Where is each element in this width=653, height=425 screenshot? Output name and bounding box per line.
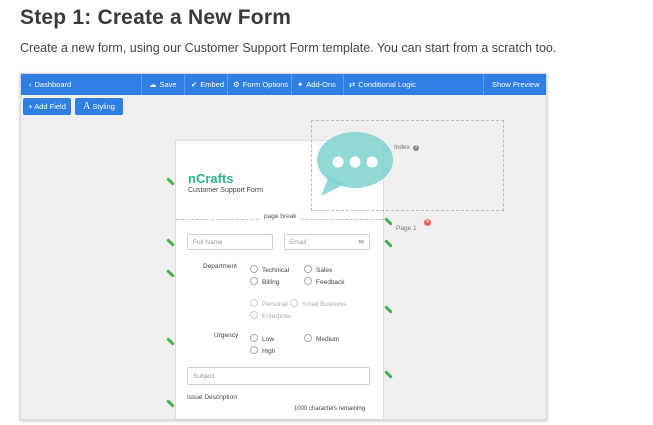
pencil-icon[interactable] [384, 239, 393, 248]
check-circle-icon: ✔ [191, 80, 198, 89]
show-preview-button[interactable]: Show Preview [492, 74, 540, 95]
subject-input[interactable]: Subject [187, 367, 370, 385]
addons-button[interactable]: ✦ Add-Ons [297, 74, 336, 95]
toolbar-divider [184, 74, 185, 95]
full-name-placeholder: Full Name [193, 239, 223, 246]
editor-toolbar: ‹ Dashboard ☁ Save ✔ Embed ⚙ Form Options ✦ A… [21, 74, 546, 95]
toolbar-divider [291, 74, 292, 95]
save-button[interactable]: ☁ Save [149, 74, 177, 95]
conditional-logic-label: Conditional Logic [358, 80, 416, 89]
toolbar-divider [227, 74, 228, 95]
form-options-button[interactable]: ⚙ Form Options [233, 74, 288, 95]
dashboard-label: Dashboard [34, 80, 72, 89]
embed-label: Embed [200, 80, 225, 89]
envelope-icon: ✉ [358, 239, 364, 246]
styling-button[interactable]: A Styling [75, 98, 123, 115]
urgency-option[interactable]: Low [250, 334, 274, 344]
toolbar-divider [483, 74, 484, 95]
char-counter: 1000 characters remaining [294, 406, 366, 412]
urgency-option[interactable]: High [250, 346, 275, 356]
pencil-icon[interactable] [166, 238, 175, 247]
full-name-input[interactable]: Full Name [187, 234, 273, 250]
department-option[interactable]: Billing [250, 277, 279, 287]
form-subtitle: Customer Support Form [188, 187, 264, 194]
department-option[interactable]: Technical [250, 265, 289, 275]
add-field-label: Add Field [34, 102, 66, 111]
pencil-icon[interactable] [166, 399, 175, 408]
font-a-icon: A [83, 101, 91, 112]
pencil-icon[interactable] [384, 370, 393, 379]
department-option[interactable]: Sales [304, 265, 332, 275]
pencil-icon[interactable] [166, 269, 175, 278]
intro-text: Create a new form, using our Customer Su… [20, 41, 557, 55]
extra-option[interactable]: Enterprise [250, 311, 292, 321]
form-editor-screenshot: ‹ Dashboard ☁ Save ✔ Embed ⚙ Form Options ✦ A… [20, 73, 547, 420]
chevron-left-icon: ‹ [29, 80, 32, 89]
add-field-button[interactable]: + Add Field [23, 98, 71, 115]
cloud-save-icon: ☁ [149, 80, 157, 89]
toolbar-divider [343, 74, 344, 95]
pencil-icon[interactable] [166, 337, 175, 346]
extra-option[interactable]: Small Business [290, 299, 346, 309]
gear-icon: ⚙ [233, 80, 240, 89]
save-label: Save [159, 80, 177, 89]
issue-description-label: Issue Description [187, 394, 237, 401]
conditional-logic-button[interactable]: ⇄ Conditional Logic [349, 74, 416, 95]
email-input[interactable]: Email ✉ [284, 234, 370, 250]
urgency-label: Urgency [214, 332, 239, 339]
speech-bubble-icon [317, 132, 393, 196]
department-option[interactable]: Feedback [304, 277, 345, 287]
embed-button[interactable]: ✔ Embed [191, 74, 224, 95]
subject-placeholder: Subject [193, 373, 215, 380]
form-options-label: Form Options [242, 80, 289, 89]
addons-label: Add-Ons [306, 80, 336, 89]
pencil-icon[interactable] [384, 305, 393, 314]
form-brand: nCrafts [188, 171, 234, 186]
page-label: Page 1 [396, 225, 417, 232]
toolbar-divider [141, 74, 142, 95]
email-placeholder: Email [290, 239, 307, 246]
index-label: Index? [394, 144, 419, 151]
puzzle-icon: ✦ [297, 80, 304, 89]
close-icon[interactable]: ✕ [424, 219, 431, 226]
shuffle-icon: ⇄ [349, 80, 356, 89]
extra-option[interactable]: Personal [250, 299, 288, 309]
pencil-icon[interactable] [384, 217, 393, 226]
page-break-label: page break [261, 213, 300, 220]
pencil-icon[interactable] [166, 177, 175, 186]
urgency-option[interactable]: Medium [304, 334, 339, 344]
page-title: Step 1: Create a New Form [20, 6, 292, 29]
dashboard-link[interactable]: ‹ Dashboard [29, 74, 71, 95]
plus-icon: + [28, 102, 33, 111]
department-label: Department [203, 263, 237, 270]
styling-label: Styling [92, 102, 115, 111]
help-icon: ? [412, 145, 419, 151]
